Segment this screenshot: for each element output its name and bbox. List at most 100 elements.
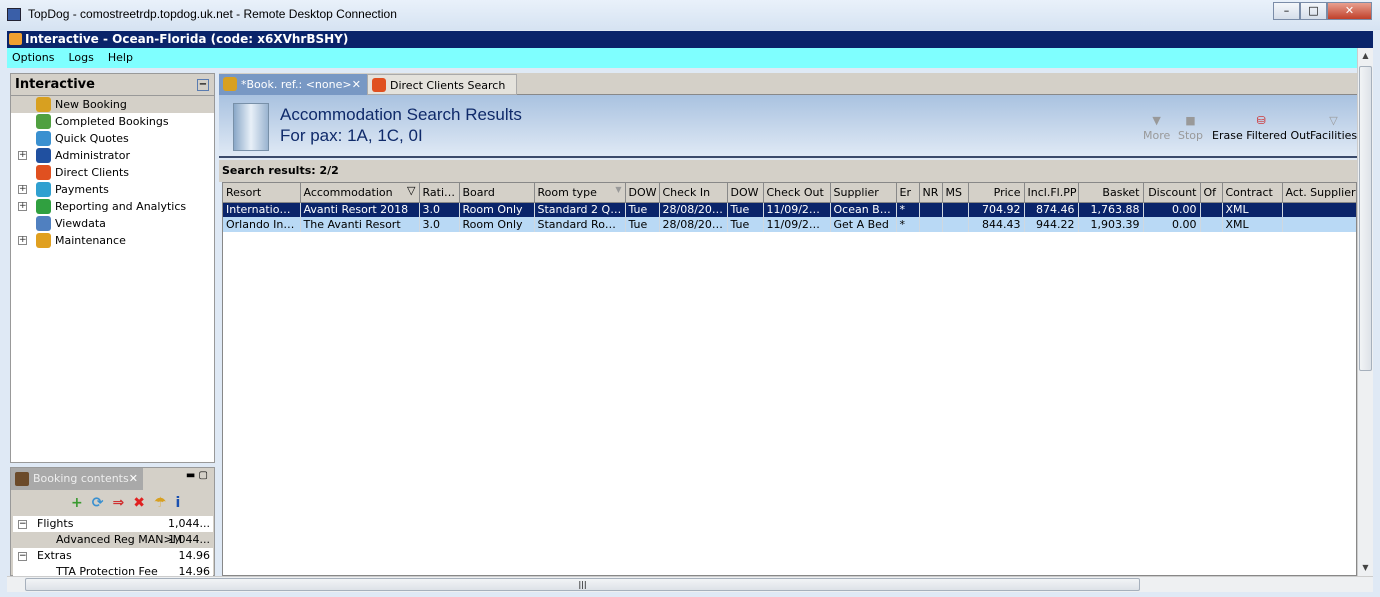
tab-booking[interactable]: *Book. ref.: <none> ✕ (219, 74, 367, 95)
column-header[interactable]: Discount (1143, 183, 1201, 203)
column-header-label: Rati… (422, 185, 456, 199)
info-icon[interactable]: i (176, 495, 181, 511)
maximize-button[interactable]: □ (1300, 2, 1327, 20)
table-cell: 28/08/2018 (659, 202, 728, 217)
table-cell: 944.22 (1024, 217, 1079, 232)
filter-icon[interactable]: ▽ (407, 184, 415, 197)
table-cell: 3.0 (419, 202, 460, 217)
column-header[interactable]: Board (459, 183, 535, 203)
stop-button[interactable]: ■ Stop (1178, 114, 1203, 142)
close-icon[interactable]: ✕ (129, 468, 138, 490)
column-header[interactable]: Check In (659, 183, 728, 203)
nav-item[interactable]: Viewdata (11, 215, 214, 232)
close-tab-icon[interactable]: ✕ (352, 74, 361, 95)
collapse-icon[interactable]: − (18, 520, 27, 529)
palm-tree-icon[interactable]: ☂ (154, 495, 167, 511)
column-header[interactable]: Supplier (830, 183, 897, 203)
column-header[interactable]: Er (896, 183, 920, 203)
column-header[interactable]: DOW (625, 183, 660, 203)
nav-icon (36, 131, 51, 146)
booking-row[interactable]: − Flights 1,044... (13, 516, 213, 532)
stop-icon: ■ (1185, 114, 1196, 127)
booking-contents-list: − Flights 1,044... Advanced Reg MAN>M 1,044.… (13, 516, 213, 576)
erase-filtered-out-button[interactable]: ⛁ Erase Filtered Out (1212, 114, 1310, 142)
add-icon[interactable]: + (71, 495, 83, 511)
column-header-label: Incl.Fl.PP (1027, 185, 1077, 199)
nav-icon (36, 233, 51, 248)
column-header-label: MS (945, 185, 962, 199)
delete-icon[interactable]: ✖ (133, 495, 145, 511)
table-cell: Tue (625, 202, 660, 217)
column-header[interactable]: Room type ▼ (534, 183, 626, 203)
table-cell (1282, 202, 1356, 217)
column-header[interactable]: Basket (1078, 183, 1144, 203)
column-header-label: DOW (730, 185, 759, 199)
column-header-label: Discount (1148, 185, 1197, 199)
column-header[interactable]: Check Out (763, 183, 831, 203)
nav-item[interactable]: Completed Bookings (11, 113, 214, 130)
nav-item[interactable]: Quick Quotes (11, 130, 214, 147)
menu-options[interactable]: Options (12, 48, 54, 68)
booking-row[interactable]: TTA Protection Fee 14.96 (13, 564, 213, 576)
tab-label: Direct Clients Search (390, 79, 506, 92)
table-row[interactable]: Internation… Avanti Resort 2018 3.0 Room On… (223, 202, 1356, 217)
collapse-icon[interactable]: − (197, 79, 209, 91)
menu-logs[interactable]: Logs (68, 48, 93, 68)
booking-contents-tab[interactable]: Booking contents ✕ (11, 468, 143, 490)
column-header[interactable]: Act. Supplier (1282, 183, 1356, 203)
expand-icon[interactable]: + (18, 202, 27, 211)
collapse-icon[interactable]: − (18, 552, 27, 561)
column-header[interactable]: MS (942, 183, 969, 203)
nav-item[interactable]: + Payments (11, 181, 214, 198)
booking-row[interactable]: Advanced Reg MAN>M 1,044... (13, 532, 213, 548)
more-label: More (1143, 129, 1171, 142)
column-header[interactable]: Resort (223, 183, 301, 203)
booking-row-label: TTA Protection Fee (56, 565, 158, 576)
expand-icon[interactable]: + (18, 185, 27, 194)
facilities-filter-button[interactable]: ▽ Facilities F (1310, 114, 1357, 142)
column-header-label: Er (899, 185, 911, 199)
table-cell: Ocean B… (830, 202, 897, 217)
nav-item[interactable]: + Administrator (11, 147, 214, 164)
stop-label: Stop (1178, 129, 1204, 142)
table-cell: Tue (727, 217, 764, 232)
menu-help[interactable]: Help (108, 48, 133, 68)
nav-title: Interactive (15, 77, 95, 92)
basket-icon[interactable]: ⇒ (112, 495, 124, 511)
client-icon (372, 78, 386, 92)
table-row[interactable]: Orlando Int… The Avanti Resort 3.0 Room Onl… (223, 217, 1356, 232)
column-header[interactable]: NR (919, 183, 943, 203)
column-header[interactable]: DOW (727, 183, 764, 203)
minimize-button[interactable]: – (1273, 2, 1300, 20)
nav-item[interactable]: Direct Clients (11, 164, 214, 181)
column-header[interactable]: Contract (1222, 183, 1283, 203)
expand-icon[interactable]: + (18, 236, 27, 245)
nav-item[interactable]: + Reporting and Analytics (11, 198, 214, 215)
nav-icon (36, 199, 51, 214)
column-header[interactable]: Rati… (419, 183, 460, 203)
column-header[interactable]: Of (1200, 183, 1223, 203)
hotel-building-icon (233, 103, 269, 151)
nav-item-label: Quick Quotes (55, 132, 129, 145)
nav-item[interactable]: + Maintenance (11, 232, 214, 249)
booking-row[interactable]: − Extras 14.96 (13, 548, 213, 564)
table-cell: 1,763.88 (1078, 202, 1144, 217)
tab-direct-clients-search[interactable]: Direct Clients Search (367, 74, 517, 95)
vertical-scrollbar[interactable]: ▲ ▼ (1357, 48, 1373, 576)
horizontal-scrollbar[interactable]: ||| (7, 576, 1373, 592)
panel-window-buttons[interactable]: ▬ ▢ (186, 470, 208, 481)
column-header-label: Act. Supplier (1285, 185, 1356, 199)
column-header[interactable]: Accommodation ▽ (300, 183, 420, 203)
close-button[interactable]: ✕ (1327, 2, 1372, 20)
expand-icon[interactable]: + (18, 151, 27, 160)
booking-contents-label: Booking contents (33, 472, 129, 485)
nav-item[interactable]: New Booking (11, 96, 214, 113)
column-header-label: Resort (226, 185, 262, 199)
column-header[interactable]: Incl.Fl.PP (1024, 183, 1079, 203)
more-button[interactable]: ▼ More (1143, 114, 1170, 142)
table-cell: XML (1222, 217, 1283, 232)
table-cell: * (896, 202, 920, 217)
refresh-icon[interactable]: ⟳ (92, 495, 104, 511)
table-cell: * (896, 217, 920, 232)
column-header[interactable]: Price (968, 183, 1025, 203)
